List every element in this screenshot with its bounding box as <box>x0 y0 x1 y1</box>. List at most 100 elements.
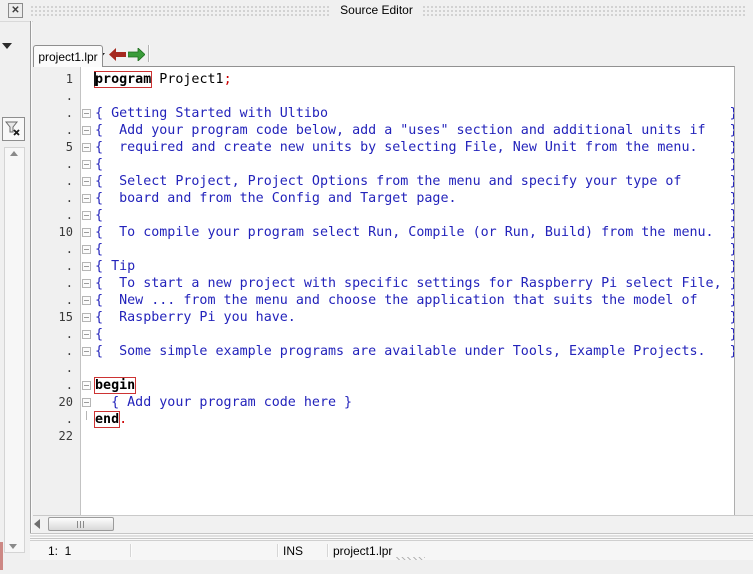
code-text[interactable]: end. <box>93 411 734 428</box>
code-line[interactable]: . { Tip } <box>33 258 734 275</box>
horizontal-scrollbar[interactable] <box>33 515 753 533</box>
fold-marker-icon[interactable] <box>82 245 91 254</box>
code-line[interactable]: . { New ... from the menu and choose the … <box>33 292 734 309</box>
fold-marker-icon[interactable] <box>82 194 91 203</box>
funnel-x-icon <box>5 121 20 136</box>
code-line[interactable]: . { To start a new project with specific … <box>33 275 734 292</box>
fold-gutter-cell[interactable] <box>80 394 94 411</box>
code-text[interactable]: { required and create new units by selec… <box>94 139 735 156</box>
code-line[interactable]: 20 { Add your program code here } <box>33 394 734 411</box>
jump-back-button[interactable] <box>109 48 126 61</box>
code-line[interactable]: . { } <box>33 326 734 343</box>
clear-filter-button[interactable] <box>2 117 25 141</box>
editor-toolbar <box>33 21 753 64</box>
code-token: { Some simple example programs are avail… <box>95 344 735 359</box>
code-line[interactable]: 1 program Project1; <box>33 71 734 88</box>
jump-forward-button[interactable] <box>128 48 145 61</box>
fold-marker-icon[interactable] <box>82 313 91 322</box>
code-line[interactable]: 5 { required and create new units by sele… <box>33 139 734 156</box>
code-line[interactable]: 10 { To compile your program select Run, … <box>33 224 734 241</box>
code-token: { required and create new units by selec… <box>95 140 735 155</box>
fold-marker-icon[interactable] <box>82 143 91 152</box>
statusbar-filename: project1.lpr <box>333 544 393 558</box>
fold-gutter-cell[interactable] <box>80 122 94 139</box>
code-text[interactable]: { board and from the Config and Target p… <box>94 190 734 207</box>
code-text[interactable] <box>94 360 734 377</box>
fold-gutter-cell <box>80 428 94 445</box>
code-line[interactable]: 15 { Raspberry Pi you have. } <box>33 309 734 326</box>
code-line[interactable]: . begin <box>33 377 734 394</box>
fold-marker-icon[interactable] <box>82 296 91 305</box>
fold-marker-icon[interactable] <box>82 109 91 118</box>
scroll-up-icon[interactable] <box>10 151 18 156</box>
fold-marker-icon[interactable] <box>82 381 91 390</box>
code-line[interactable]: . { Select Project, Project Options from … <box>33 173 734 190</box>
fold-gutter-cell[interactable] <box>80 156 94 173</box>
code-line[interactable]: . { } <box>33 207 734 224</box>
fold-marker-icon[interactable] <box>82 262 91 271</box>
scroll-left-icon[interactable] <box>34 519 40 529</box>
fold-gutter-cell[interactable] <box>80 241 94 258</box>
code-text[interactable]: begin <box>93 377 734 394</box>
code-line[interactable]: . end. <box>33 411 734 428</box>
fold-gutter-cell[interactable] <box>80 275 94 292</box>
fold-marker-icon[interactable] <box>82 398 91 407</box>
code-text[interactable]: { } <box>94 207 734 224</box>
fold-gutter-cell[interactable] <box>80 326 94 343</box>
fold-gutter-cell[interactable] <box>80 292 94 309</box>
fold-marker-icon[interactable] <box>82 228 91 237</box>
scroll-down-icon[interactable] <box>9 544 17 549</box>
scrollbar-thumb[interactable] <box>48 517 114 531</box>
fold-gutter-cell[interactable] <box>80 173 94 190</box>
code-text[interactable]: { Add your program code here } <box>94 394 734 411</box>
code-token: { Add your program code here } <box>95 395 353 410</box>
gutter-line-number: . <box>65 157 73 171</box>
code-line[interactable]: . { Getting Started with Ultibo } <box>33 105 734 122</box>
code-text[interactable]: { Select Project, Project Options from t… <box>94 173 734 190</box>
code-line[interactable]: . <box>33 360 734 377</box>
fold-marker-icon[interactable] <box>82 126 91 135</box>
code-text[interactable]: { Tip } <box>94 258 734 275</box>
code-text[interactable]: { Getting Started with Ultibo } <box>94 105 734 122</box>
fold-gutter-cell[interactable] <box>80 377 94 394</box>
fold-gutter-cell[interactable] <box>80 207 94 224</box>
code-line[interactable]: . { Add your program code below, add a "u… <box>33 122 734 139</box>
code-line[interactable]: 22 <box>33 428 734 445</box>
code-line[interactable]: . { Some simple example programs are avai… <box>33 343 734 360</box>
code-text[interactable]: { } <box>94 156 734 173</box>
code-line[interactable]: . { } <box>33 241 734 258</box>
left-panel-vertical-scrollbar[interactable] <box>4 147 25 553</box>
tab-project1-lpr[interactable]: project1.lpr <box>33 45 103 67</box>
code-line[interactable]: . <box>33 88 734 105</box>
code-text[interactable]: { } <box>94 326 734 343</box>
fold-marker-icon[interactable] <box>82 177 91 186</box>
fold-gutter-cell[interactable] <box>80 139 94 156</box>
code-text[interactable]: { Raspberry Pi you have. } <box>94 309 734 326</box>
fold-gutter-cell[interactable] <box>80 224 94 241</box>
code-line[interactable]: . { board and from the Config and Target … <box>33 190 734 207</box>
code-editor[interactable]: 1 program Project1;.. { Getting Started wi… <box>33 66 735 515</box>
chevron-down-icon[interactable] <box>2 43 12 49</box>
fold-gutter-cell[interactable] <box>80 343 94 360</box>
fold-marker-icon[interactable] <box>82 160 91 169</box>
code-text[interactable] <box>94 428 734 445</box>
code-text[interactable]: { } <box>94 241 734 258</box>
code-text[interactable]: { Add your program code below, add a "us… <box>94 122 734 139</box>
fold-marker-icon[interactable] <box>82 347 91 356</box>
fold-gutter-cell[interactable] <box>80 105 94 122</box>
fold-marker-icon[interactable] <box>82 279 91 288</box>
code-text[interactable]: { To start a new project with specific s… <box>94 275 734 292</box>
fold-gutter-cell[interactable] <box>80 309 94 326</box>
code-line[interactable]: . { } <box>33 156 734 173</box>
code-text[interactable]: { To compile your program select Run, Co… <box>94 224 734 241</box>
code-text[interactable] <box>94 88 734 105</box>
fold-marker-icon[interactable] <box>82 330 91 339</box>
code-text[interactable]: { Some simple example programs are avail… <box>94 343 735 360</box>
fold-marker-icon[interactable] <box>82 211 91 220</box>
gutter-line-number: . <box>65 106 73 120</box>
code-text[interactable]: program Project1; <box>93 71 734 88</box>
title-bar[interactable]: ✕ Source Editor <box>0 0 753 22</box>
fold-gutter-cell[interactable] <box>80 190 94 207</box>
code-text[interactable]: { New ... from the menu and choose the a… <box>94 292 734 309</box>
fold-gutter-cell[interactable] <box>80 258 94 275</box>
